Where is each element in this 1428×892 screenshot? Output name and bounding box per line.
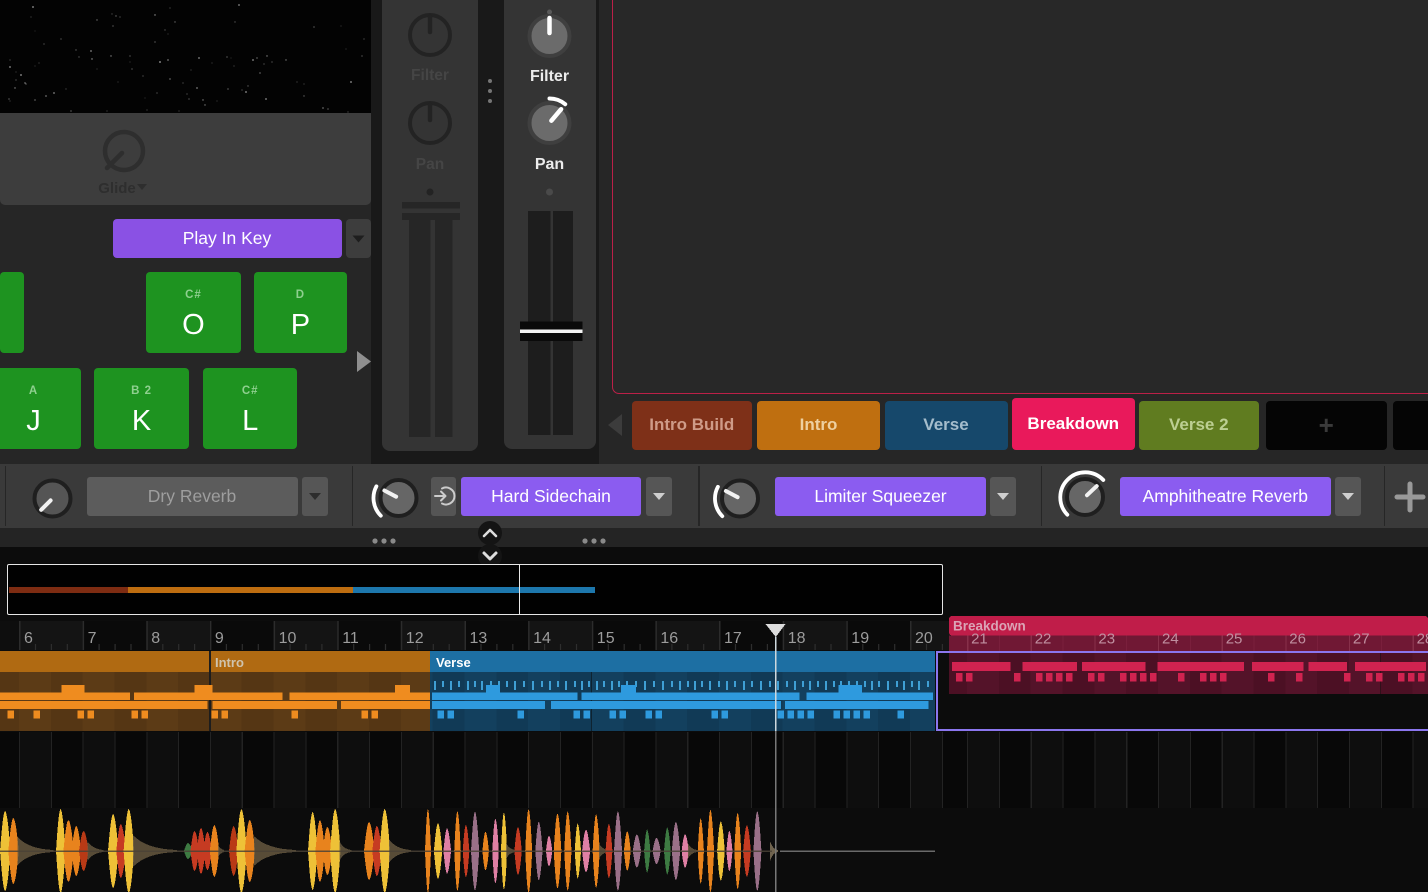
svg-text:Filter: Filter xyxy=(530,68,569,85)
svg-text:Filter: Filter xyxy=(411,67,449,84)
svg-text:24: 24 xyxy=(1162,631,1179,648)
svg-text:25: 25 xyxy=(1226,631,1243,648)
svg-text:21: 21 xyxy=(971,631,988,648)
svg-text:Glide: Glide xyxy=(98,180,136,197)
svg-text:22: 22 xyxy=(1035,631,1052,648)
svg-text:27: 27 xyxy=(1353,631,1370,648)
svg-text:Intro: Intro xyxy=(215,655,244,670)
svg-text:Breakdown: Breakdown xyxy=(953,619,1026,634)
svg-text:23: 23 xyxy=(1098,631,1115,648)
svg-text:Verse: Verse xyxy=(436,655,471,670)
svg-text:28: 28 xyxy=(1417,631,1428,648)
svg-text:26: 26 xyxy=(1289,631,1306,648)
svg-text:Pan: Pan xyxy=(416,156,444,173)
svg-text:Pan: Pan xyxy=(535,156,564,173)
